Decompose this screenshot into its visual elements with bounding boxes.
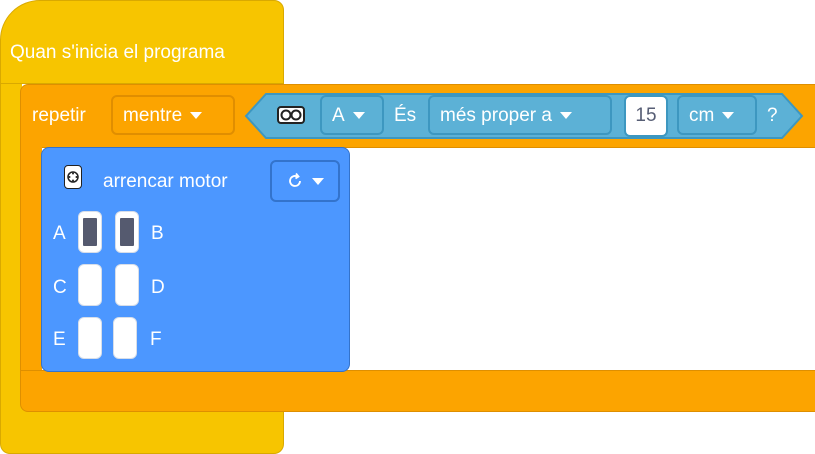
repeat-mode-value: mentre: [123, 104, 183, 126]
port-toggle-f[interactable]: [113, 317, 137, 359]
port-toggle-d[interactable]: [115, 264, 139, 306]
distance-value-input[interactable]: 15: [624, 95, 668, 137]
condition-verb: És: [394, 105, 417, 126]
port-label-c: C: [53, 277, 67, 298]
comparison-value: més proper a: [440, 104, 552, 126]
unit-value: cm: [689, 104, 715, 126]
motor-direction-dropdown[interactable]: [270, 160, 340, 202]
port-toggle-a[interactable]: [78, 211, 102, 253]
port-label-f: F: [150, 329, 162, 350]
motor-block-label: arrencar motor: [103, 171, 228, 192]
hat-block-spine: [0, 84, 22, 430]
condition-question-mark: ?: [767, 105, 778, 126]
unit-dropdown[interactable]: cm: [677, 95, 757, 135]
repeat-mode-dropdown[interactable]: mentre: [111, 95, 235, 135]
chevron-down-icon: [312, 177, 324, 185]
hub-icon: [64, 165, 82, 189]
repeat-block-arm: [20, 146, 42, 372]
sensor-port-dropdown[interactable]: A: [320, 95, 384, 135]
port-label-a: A: [53, 223, 66, 244]
comparison-dropdown[interactable]: més proper a: [428, 95, 612, 135]
port-label-e: E: [53, 329, 66, 350]
distance-sensor-icon: [277, 106, 305, 124]
repeat-block-bottom[interactable]: [20, 370, 815, 412]
port-toggle-b[interactable]: [115, 211, 139, 253]
sensor-port-value: A: [332, 104, 345, 126]
hat-block-foot: [0, 408, 284, 454]
hat-block-label: Quan s'inicia el programa: [10, 42, 225, 63]
port-selected-indicator: [120, 218, 134, 246]
port-label-b: B: [151, 223, 164, 244]
port-toggle-e[interactable]: [78, 317, 102, 359]
port-toggle-c[interactable]: [78, 264, 102, 306]
chevron-down-icon: [722, 111, 735, 119]
chevron-down-icon: [559, 111, 572, 119]
distance-value: 15: [635, 105, 657, 126]
repeat-label: repetir: [32, 105, 86, 126]
chevron-down-icon: [190, 111, 203, 119]
port-selected-indicator: [83, 218, 97, 246]
chevron-down-icon: [352, 111, 365, 119]
port-label-d: D: [151, 277, 165, 298]
clockwise-icon: [289, 172, 301, 187]
